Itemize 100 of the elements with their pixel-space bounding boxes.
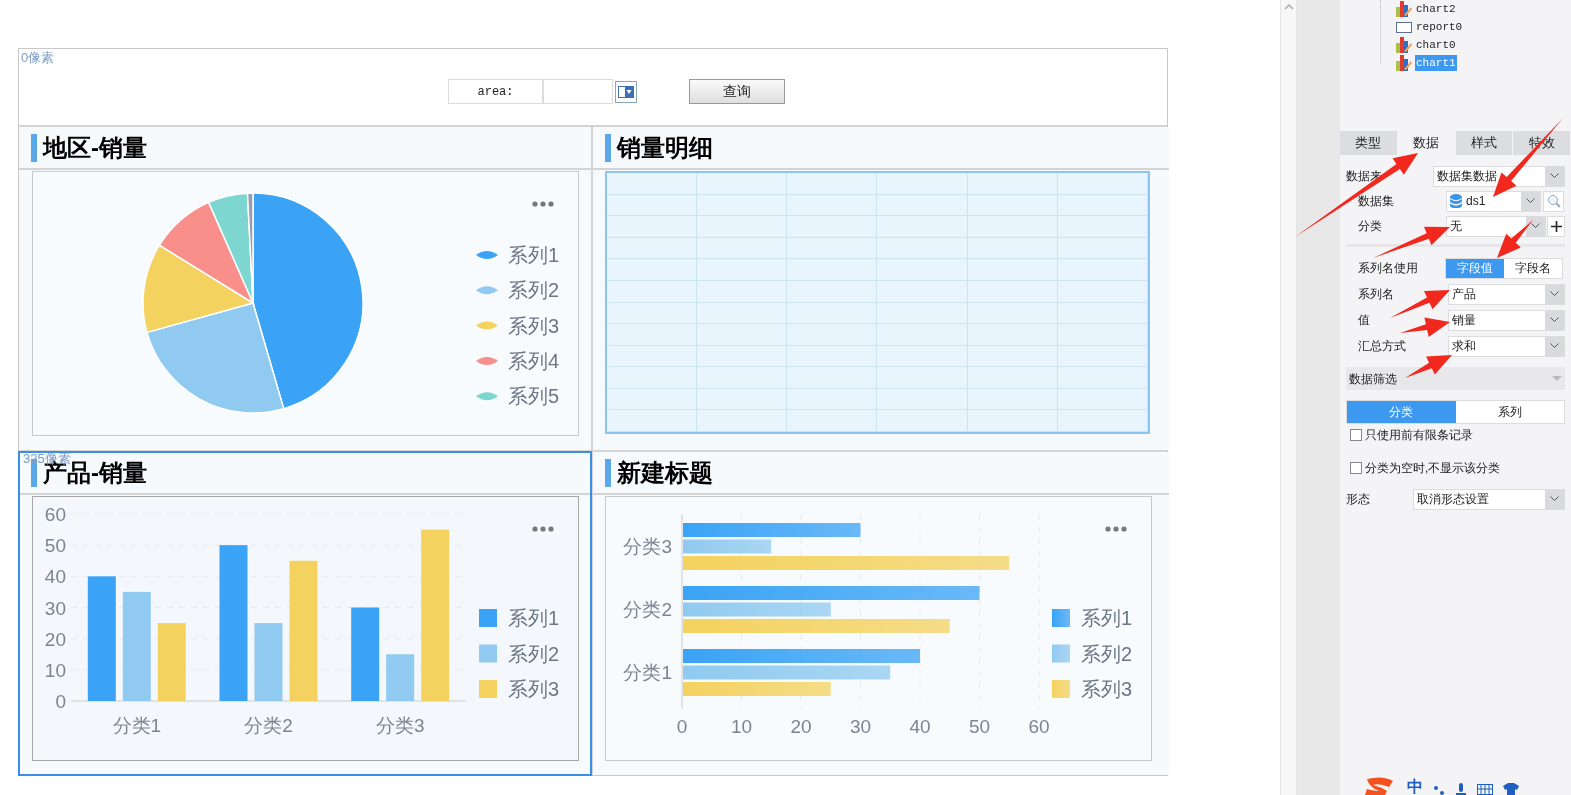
panel-title: 新建标题: [617, 460, 713, 485]
tree-item[interactable]: report0: [1415, 18, 1464, 36]
tree-item[interactable]: chart0: [1415, 36, 1457, 54]
tab[interactable]: 类型: [1340, 131, 1398, 155]
title-accent: [605, 458, 611, 487]
legend-swatch: [479, 644, 497, 663]
field-label: 系列名: [1358, 286, 1394, 303]
legend-label: 系列2: [1081, 642, 1133, 665]
axis-tick-label: 10: [44, 659, 66, 681]
annotation-arrow: [1497, 220, 1533, 258]
dropdown-icon: [618, 85, 634, 98]
field-label: 数据集: [1358, 193, 1395, 210]
field-label: 分类: [1358, 218, 1383, 235]
query-button[interactable]: 查询: [689, 79, 785, 104]
chevron-down-icon: [1550, 173, 1559, 179]
chevron-down-icon: [1550, 496, 1559, 502]
dropdown-field[interactable]: 数据集数据: [1433, 165, 1565, 187]
chevron-down-icon: [1550, 291, 1559, 297]
checkbox[interactable]: [1350, 462, 1362, 474]
add-button[interactable]: [1547, 215, 1565, 237]
report-icon: [1396, 21, 1412, 33]
axis-tick-label: 60: [44, 504, 66, 525]
axis-category-label: 分类3: [623, 536, 672, 557]
toggle-option[interactable]: 字段名: [1504, 258, 1562, 278]
legend-label: 系列2: [508, 642, 560, 665]
input-field[interactable]: [543, 79, 613, 104]
annotation-arrow: [1390, 290, 1450, 318]
scroll-up-icon[interactable]: [1283, 3, 1294, 10]
legend-swatch: [479, 609, 497, 627]
axis-category-label: 分类1: [623, 662, 672, 683]
axis-tick-label: 40: [44, 566, 66, 588]
axis-category-label: 分类3: [375, 715, 425, 736]
title-accent: [31, 133, 37, 162]
plus-icon: [1550, 220, 1562, 232]
dropdown-field[interactable]: 求和: [1448, 335, 1565, 357]
dropdown-button[interactable]: [615, 80, 637, 103]
checkbox[interactable]: [1350, 429, 1362, 441]
axis-tick-label: 10: [730, 716, 753, 737]
section-header[interactable]: 数据筛选: [1346, 367, 1565, 390]
axis-tick-label: 30: [44, 597, 66, 619]
axis-tick-label: 0: [55, 691, 66, 712]
field-label: 汇总方式: [1358, 338, 1406, 355]
legend-swatch: [1052, 609, 1070, 627]
margin-label: 0像素: [21, 49, 55, 67]
legend-label: 系列2: [508, 279, 560, 302]
chevron-down-icon: [1550, 343, 1559, 349]
axis-tick-label: 20: [790, 716, 812, 737]
chevron-down-icon: [1531, 223, 1540, 229]
axis-tick-label: 40: [909, 716, 931, 737]
annotation-arrow: [1400, 317, 1450, 337]
dropdown-field[interactable]: 销量: [1448, 309, 1565, 331]
microphone-icon[interactable]: [1455, 783, 1467, 795]
punctuation-icon[interactable]: [1433, 785, 1445, 795]
more-icon[interactable]: [532, 526, 554, 532]
ime-mode-label[interactable]: 中: [1407, 779, 1423, 795]
toggle-option[interactable]: 系列: [1455, 401, 1564, 423]
report-panel[interactable]: 销量明细: [593, 127, 1169, 450]
axis-tick-label: 50: [968, 716, 991, 737]
tab[interactable]: 样式: [1455, 131, 1514, 155]
axis-tick-label: 60: [1028, 716, 1050, 737]
chart-icon: [1396, 37, 1412, 53]
search-icon: [1546, 194, 1561, 208]
more-icon[interactable]: [1105, 526, 1127, 532]
axis-tick-label: 20: [44, 628, 66, 650]
axis-tick-label: 50: [44, 535, 66, 557]
legend-label: 系列3: [508, 678, 560, 700]
legend-label: 系列5: [508, 385, 560, 408]
dropdown-field[interactable]: ds1: [1446, 190, 1541, 212]
annotation-arrow: [1405, 355, 1452, 378]
field-label: 值: [1358, 312, 1370, 329]
tree-item[interactable]: chart2: [1415, 0, 1457, 18]
more-icon[interactable]: [532, 201, 554, 207]
legend-label: 系列1: [508, 607, 560, 629]
caret-icon: [1552, 375, 1562, 382]
legend-label: 系列3: [508, 314, 560, 337]
shirt-icon[interactable]: [1503, 783, 1519, 795]
chevron-down-icon: [1526, 198, 1535, 204]
chart-icon: [1396, 55, 1412, 71]
axis-category-label: 分类2: [623, 599, 672, 620]
checkbox-label: 只使用前有限条记录: [1365, 427, 1473, 444]
field-label: 系列名使用: [1358, 260, 1419, 277]
legend-swatch: [479, 680, 497, 698]
legend-label: 系列3: [1081, 678, 1133, 700]
keyboard-icon[interactable]: [1477, 784, 1493, 795]
panel-title: 地区-销量: [43, 135, 147, 160]
dropdown-field[interactable]: 无: [1446, 215, 1546, 237]
tab[interactable]: 特效: [1513, 131, 1571, 155]
filter-label: area:: [448, 79, 543, 104]
report-panel[interactable]: 新建标题 0 10 20 30 40 50 60 分类3 分类2 分类1 系列1 系列2 系列3: [593, 452, 1169, 775]
field-label: 形态: [1346, 491, 1370, 508]
legend-label: 系列1: [508, 244, 560, 266]
bar: [386, 654, 415, 701]
report-panel[interactable]: 地区-销量 系列1 系列2 系列3 系列4 系列5: [19, 127, 591, 450]
dropdown-field[interactable]: 取消形态设置: [1413, 488, 1565, 510]
dropdown-field[interactable]: 产品: [1448, 283, 1565, 305]
chevron-down-icon: [1550, 317, 1559, 323]
axis-tick-label: 30: [849, 716, 872, 737]
legend-label: 系列1: [1081, 607, 1133, 629]
panel-title: 销量明细: [617, 135, 713, 160]
axis-tick-label: 0: [676, 716, 688, 737]
